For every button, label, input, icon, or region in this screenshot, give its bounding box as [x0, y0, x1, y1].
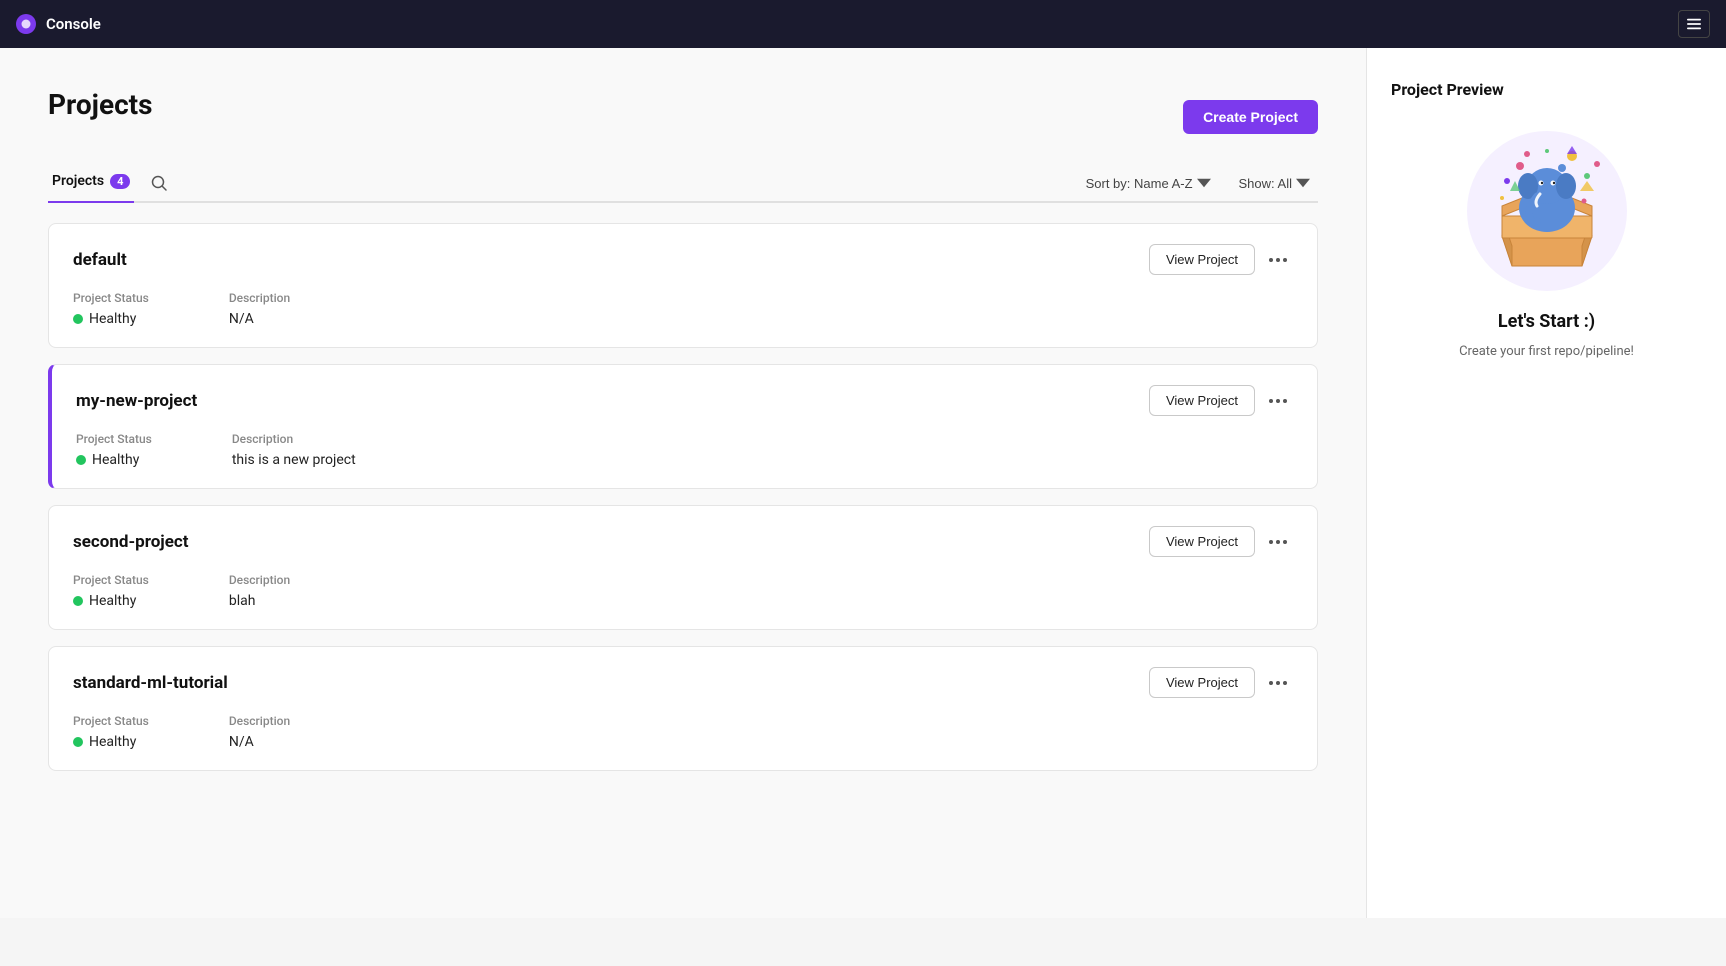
project-card-standard-ml-tutorial: standard-ml-tutorial View Project Projec… — [48, 646, 1318, 771]
more-options-button-default[interactable] — [1263, 254, 1293, 266]
desc-value-default: N/A — [229, 311, 290, 327]
tab-bar: Projects 4 Sort by: Name A-Z Show: All — [48, 165, 1318, 203]
show-label: Show: All — [1239, 176, 1292, 191]
desc-col-smt: Description N/A — [229, 714, 290, 750]
status-label-mnp: Project Status — [76, 432, 152, 446]
project-name-my-new-project: my-new-project — [76, 391, 197, 411]
status-value-sp: Healthy — [73, 593, 149, 609]
panel-illustration — [1391, 131, 1702, 291]
project-card-second-project: second-project View Project Project Stat… — [48, 505, 1318, 630]
search-button[interactable] — [142, 170, 176, 196]
more-options-button-smt[interactable] — [1263, 677, 1293, 689]
status-value-mnp: Healthy — [76, 452, 152, 468]
desc-label-smt: Description — [229, 714, 290, 728]
layout: Projects Create Project Projects 4 Sort … — [0, 48, 1726, 918]
app-title: Console — [46, 15, 101, 33]
desc-label-sp: Description — [229, 573, 290, 587]
desc-value-sp: blah — [229, 593, 290, 609]
status-dot-smt — [73, 737, 83, 747]
desc-col-sp: Description blah — [229, 573, 290, 609]
project-name-second-project: second-project — [73, 532, 189, 552]
desc-col-default: Description N/A — [229, 291, 290, 327]
sort-label: Sort by: Name A-Z — [1086, 176, 1193, 191]
topnav: Console — [0, 0, 1726, 48]
view-project-button-default[interactable]: View Project — [1149, 244, 1255, 275]
project-actions-mnp: View Project — [1149, 385, 1293, 416]
status-col-default: Project Status Healthy — [73, 291, 149, 327]
status-dot-sp — [73, 596, 83, 606]
panel-cta-title: Let's Start :) — [1391, 311, 1702, 332]
more-options-button-sp[interactable] — [1263, 536, 1293, 548]
elephant-illustration — [1472, 136, 1622, 286]
main-content: Projects Create Project Projects 4 Sort … — [0, 48, 1366, 918]
tab-projects-label: Projects — [52, 173, 104, 189]
project-name-default: default — [73, 250, 127, 270]
project-card-header: default View Project — [73, 244, 1293, 275]
status-dot-default — [73, 314, 83, 324]
view-project-button-smt[interactable]: View Project — [1149, 667, 1255, 698]
project-actions-sp: View Project — [1149, 526, 1293, 557]
status-label-default: Project Status — [73, 291, 149, 305]
projects-list: default View Project Project Status Heal… — [48, 223, 1318, 771]
project-meta-default: Project Status Healthy Description N/A — [73, 291, 1293, 327]
desc-value-smt: N/A — [229, 734, 290, 750]
status-label-smt: Project Status — [73, 714, 149, 728]
more-options-button-mnp[interactable] — [1263, 395, 1293, 407]
desc-col-mnp: Description this is a new project — [232, 432, 356, 468]
page-title: Projects — [48, 88, 153, 121]
status-dot-mnp — [76, 455, 86, 465]
project-meta-smt: Project Status Healthy Description N/A — [73, 714, 1293, 750]
show-control[interactable]: Show: All — [1231, 172, 1318, 195]
project-card-default: default View Project Project Status Heal… — [48, 223, 1318, 348]
project-card-header-smt: standard-ml-tutorial View Project — [73, 667, 1293, 698]
topnav-left: Console — [16, 14, 101, 34]
status-col-mnp: Project Status Healthy — [76, 432, 152, 468]
status-col-sp: Project Status Healthy — [73, 573, 149, 609]
project-card-my-new-project: my-new-project View Project Project Stat… — [48, 364, 1318, 489]
right-panel: Project Preview — [1366, 48, 1726, 918]
project-actions-default: View Project — [1149, 244, 1293, 275]
app-logo — [16, 14, 36, 34]
desc-label-mnp: Description — [232, 432, 356, 446]
view-project-button-sp[interactable]: View Project — [1149, 526, 1255, 557]
status-value-default: Healthy — [73, 311, 149, 327]
create-project-button[interactable]: Create Project — [1183, 100, 1318, 134]
desc-label-default: Description — [229, 291, 290, 305]
project-actions-smt: View Project — [1149, 667, 1293, 698]
sort-control[interactable]: Sort by: Name A-Z — [1078, 172, 1219, 195]
project-meta-mnp: Project Status Healthy Description this … — [76, 432, 1293, 468]
tab-projects-badge: 4 — [110, 174, 130, 189]
menu-button[interactable] — [1678, 10, 1710, 38]
tab-projects[interactable]: Projects 4 — [48, 165, 134, 203]
panel-title: Project Preview — [1391, 80, 1702, 99]
project-name-standard-ml-tutorial: standard-ml-tutorial — [73, 673, 228, 693]
illustration-circle — [1467, 131, 1627, 291]
status-col-smt: Project Status Healthy — [73, 714, 149, 750]
view-project-button-mnp[interactable]: View Project — [1149, 385, 1255, 416]
project-meta-sp: Project Status Healthy Description blah — [73, 573, 1293, 609]
status-value-smt: Healthy — [73, 734, 149, 750]
desc-value-mnp: this is a new project — [232, 452, 356, 468]
status-label-sp: Project Status — [73, 573, 149, 587]
panel-cta-desc: Create your first repo/pipeline! — [1391, 342, 1702, 362]
project-card-header-mnp: my-new-project View Project — [76, 385, 1293, 416]
project-card-header-sp: second-project View Project — [73, 526, 1293, 557]
